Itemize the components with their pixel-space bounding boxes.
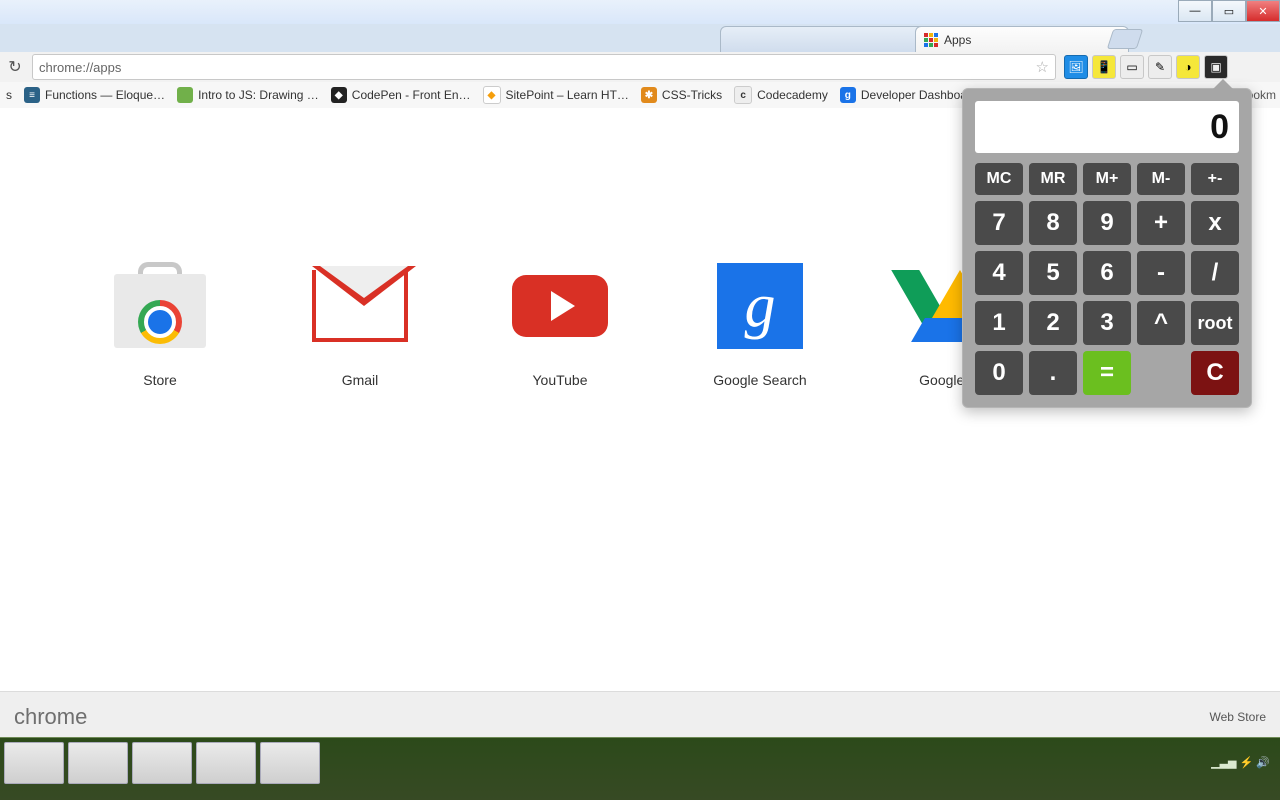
calc-7-button[interactable]: 7 (975, 201, 1023, 245)
calc-1-button[interactable]: 1 (975, 301, 1023, 345)
app-label: Google Search (713, 372, 806, 388)
extension-icon[interactable]: 🖼 (1064, 55, 1088, 79)
calc-6-button[interactable]: 6 (1083, 251, 1131, 295)
taskbar-item[interactable] (132, 742, 192, 784)
calc-mminus-button[interactable]: M- (1137, 163, 1185, 195)
calc-equals-button[interactable]: = (1083, 351, 1131, 395)
window-title-bar: — ▭ ✕ (0, 0, 1280, 25)
reload-button[interactable]: ↻ (4, 56, 26, 78)
bookmark-item[interactable]: ◆CodePen - Front En… (331, 87, 471, 103)
calc-mc-button[interactable]: MC (975, 163, 1023, 195)
app-label: Gmail (342, 372, 379, 388)
calc-root-button[interactable]: root (1191, 301, 1239, 345)
app-label: YouTube (532, 372, 587, 388)
tab-strip: × Apps × (0, 24, 1280, 53)
chrome-web-store-icon (112, 258, 208, 354)
calc-9-button[interactable]: 9 (1083, 201, 1131, 245)
calc-8-button[interactable]: 8 (1029, 201, 1077, 245)
windows-taskbar: ▁▃▅ ⚡ 🔊 (0, 737, 1280, 800)
gmail-icon (312, 258, 408, 354)
calc-power-button[interactable]: ^ (1137, 301, 1185, 345)
url-text: chrome://apps (39, 60, 121, 75)
calc-0-button[interactable]: 0 (975, 351, 1023, 395)
calc-plusminus-button[interactable]: +- (1191, 163, 1239, 195)
window-maximize-button[interactable]: ▭ (1212, 0, 1246, 22)
browser-tab-active[interactable]: Apps × (915, 26, 1129, 54)
calc-mr-button[interactable]: MR (1029, 163, 1077, 195)
calc-minus-button[interactable]: - (1137, 251, 1185, 295)
calc-5-button[interactable]: 5 (1029, 251, 1077, 295)
app-tile-store[interactable]: Store (100, 258, 220, 388)
tab-title: Apps (944, 33, 971, 47)
address-bar[interactable]: chrome://apps ☆ (32, 54, 1056, 80)
app-tile-youtube[interactable]: YouTube (500, 258, 620, 388)
system-tray[interactable]: ▁▃▅ ⚡ 🔊 (1211, 742, 1270, 782)
web-store-link[interactable]: Web Store (1210, 710, 1266, 724)
favicon-icon (177, 87, 193, 103)
calc-dot-button[interactable]: . (1029, 351, 1077, 395)
extension-icon[interactable]: ▣ (1204, 55, 1228, 79)
new-tab-button[interactable] (1107, 29, 1143, 49)
google-search-icon: g (712, 258, 808, 354)
calculator-popup: 0 MC MR M+ M- +- 7 8 9 + x 4 5 6 - / 1 2… (962, 88, 1252, 408)
calc-times-button[interactable]: x (1191, 201, 1239, 245)
calc-4-button[interactable]: 4 (975, 251, 1023, 295)
bookmark-item[interactable]: ≡Functions — Eloque… (24, 87, 165, 103)
calc-divide-button[interactable]: / (1191, 251, 1239, 295)
extension-icon[interactable]: ✎ (1148, 55, 1172, 79)
bookmark-item[interactable]: cCodecademy (734, 86, 828, 104)
favicon-icon: ≡ (24, 87, 40, 103)
calc-plus-button[interactable]: + (1137, 201, 1185, 245)
taskbar-item[interactable] (68, 742, 128, 784)
extension-calculator-icon[interactable]: ◑ (1176, 55, 1200, 79)
calc-mplus-button[interactable]: M+ (1083, 163, 1131, 195)
apps-page-footer: chrome Web Store (0, 691, 1280, 742)
bookmark-item[interactable]: s (6, 88, 12, 102)
favicon-icon: ◆ (483, 86, 501, 104)
chrome-brand-label: chrome (14, 704, 87, 730)
window-minimize-button[interactable]: — (1178, 0, 1212, 22)
youtube-icon (512, 258, 608, 354)
bookmark-item[interactable]: ✱CSS-Tricks (641, 87, 722, 103)
app-tile-google-search[interactable]: g Google Search (700, 258, 820, 388)
taskbar-item[interactable] (4, 742, 64, 784)
favicon-icon: ◆ (331, 87, 347, 103)
bookmark-item[interactable]: ◆SitePoint – Learn HT… (483, 86, 629, 104)
window-close-button[interactable]: ✕ (1246, 0, 1280, 22)
favicon-icon: c (734, 86, 752, 104)
apps-icon (924, 33, 938, 47)
favicon-icon: g (840, 87, 856, 103)
bookmark-item[interactable]: Intro to JS: Drawing … (177, 87, 319, 103)
taskbar-item[interactable] (260, 742, 320, 784)
extension-icon[interactable]: ▭ (1120, 55, 1144, 79)
calc-2-button[interactable]: 2 (1029, 301, 1077, 345)
calc-3-button[interactable]: 3 (1083, 301, 1131, 345)
browser-tab-inactive[interactable]: × (720, 26, 934, 54)
browser-toolbar: ↻ chrome://apps ☆ 🖼 📱 ▭ ✎ ◑ ▣ (0, 52, 1280, 83)
app-tile-gmail[interactable]: Gmail (300, 258, 420, 388)
calculator-display: 0 (975, 101, 1239, 153)
favicon-icon: ✱ (641, 87, 657, 103)
extension-icon[interactable]: 📱 (1092, 55, 1116, 79)
bookmark-star-icon[interactable]: ☆ (1036, 58, 1049, 76)
calc-clear-button[interactable]: C (1191, 351, 1239, 395)
taskbar-item[interactable] (196, 742, 256, 784)
app-label: Store (143, 372, 176, 388)
